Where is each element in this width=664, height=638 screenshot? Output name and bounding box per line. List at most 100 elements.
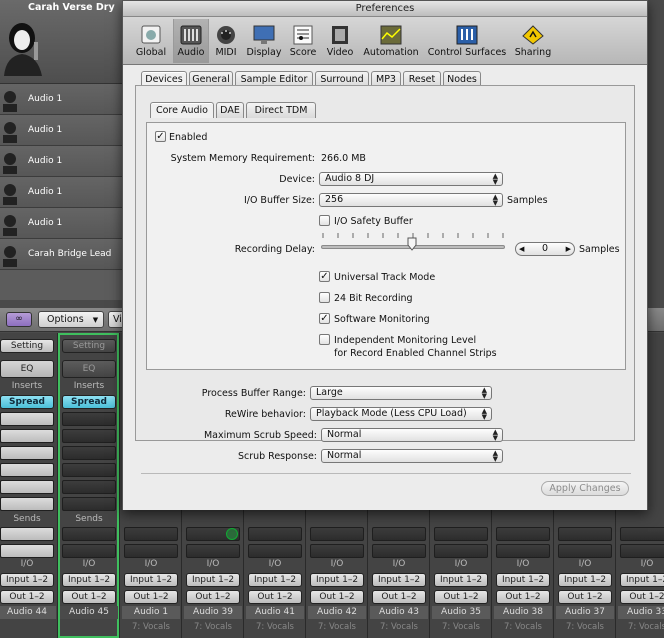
toolbar-display[interactable]: Display [245,19,283,63]
toolbar-midi[interactable]: MIDI [211,19,241,63]
process-buffer-range-popup[interactable]: Large ▲ ▼ [310,386,492,400]
toolbar-sharing[interactable]: Sharing [511,19,555,63]
eq-display[interactable]: EQ [62,360,116,378]
eq-display[interactable]: EQ [0,360,54,378]
scrub-response-popup[interactable]: Normal ▲ ▼ [321,449,503,463]
send-slot[interactable] [124,544,178,558]
track-row[interactable]: Carah Bridge Lead [0,239,124,270]
options-menu-button[interactable]: Options ▼ [38,311,104,328]
apply-changes-button[interactable]: Apply Changes [541,481,629,496]
track-row[interactable]: Audio 1 [0,177,124,208]
toolbar-automation[interactable]: Automation [361,19,421,63]
setting-button[interactable]: Setting [0,339,54,353]
send-slot[interactable] [62,527,116,541]
output-button[interactable]: Out 1–2 [434,590,488,604]
setting-button[interactable]: Setting [62,339,116,353]
send-slot[interactable] [186,544,240,558]
output-button[interactable]: Out 1–2 [310,590,364,604]
toolbar-control-surfaces[interactable]: Control Surfaces [425,19,509,63]
spread-button[interactable]: Spread [62,395,116,409]
insert-slot[interactable] [0,480,54,494]
send-slot[interactable] [434,544,488,558]
24bit-checkbox[interactable] [319,292,330,303]
tab-core-audio[interactable]: Core Audio [150,102,214,118]
insert-slot[interactable] [62,412,116,426]
track-row[interactable]: Audio 1 [0,115,124,146]
insert-slot[interactable] [0,497,54,511]
send-slot[interactable] [496,527,550,541]
output-button[interactable]: Out 1–2 [0,590,54,604]
output-button[interactable]: Out 1–2 [496,590,550,604]
insert-slot[interactable] [62,446,116,460]
insert-slot[interactable] [0,412,54,426]
send-slot[interactable] [620,527,664,541]
output-button[interactable]: Out 1–2 [248,590,302,604]
toolbar-score[interactable]: Score [287,19,319,63]
send-slot[interactable] [558,527,612,541]
output-button[interactable]: Out 1–2 [62,590,116,604]
insert-slot[interactable] [62,480,116,494]
window-title[interactable]: Preferences [123,1,647,17]
output-button[interactable]: Out 1–2 [186,590,240,604]
input-button[interactable]: Input 1–2 [310,573,364,587]
input-button[interactable]: Input 1–2 [0,573,54,587]
send-slot[interactable] [0,527,54,541]
spread-button[interactable]: Spread [0,395,54,409]
toolbar-audio[interactable]: Audio [173,19,209,63]
slider-thumb[interactable] [407,237,417,251]
tab-direct-tdm[interactable]: Direct TDM [246,102,316,118]
send-slot[interactable] [310,527,364,541]
safety-buffer-checkbox[interactable] [319,215,330,226]
input-button[interactable]: Input 1–2 [558,573,612,587]
track-row[interactable]: Audio 1 [0,146,124,177]
send-slot[interactable] [124,527,178,541]
input-button[interactable]: Input 1–2 [372,573,426,587]
universal-track-mode-checkbox[interactable]: ✓ [319,271,330,282]
insert-slot[interactable] [0,463,54,477]
max-scrub-speed-popup[interactable]: Normal ▲ ▼ [321,428,503,442]
send-slot[interactable] [620,544,664,558]
track-row[interactable]: Audio 1 [0,84,124,115]
track-row[interactable]: Audio 1 [0,208,124,239]
input-button[interactable]: Input 1–2 [124,573,178,587]
independent-monitoring-checkbox[interactable] [319,334,330,345]
toolbar-video[interactable]: Video [323,19,357,63]
recording-delay-stepper[interactable]: ◀ 0 ▶ [515,242,575,256]
insert-slot[interactable] [0,446,54,460]
rewire-behavior-popup[interactable]: Playback Mode (Less CPU Load) ▲ ▼ [310,407,492,421]
send-slot[interactable] [248,527,302,541]
tab-dae[interactable]: DAE [216,102,244,118]
send-slot[interactable] [558,544,612,558]
input-button[interactable]: Input 1–2 [248,573,302,587]
buffer-popup[interactable]: 256 ▲ ▼ [319,193,503,207]
input-button[interactable]: Input 1–2 [62,573,116,587]
send-slot[interactable] [248,544,302,558]
send-slot[interactable] [434,527,488,541]
input-button[interactable]: Input 1–2 [496,573,550,587]
input-button[interactable]: Input 1–2 [620,573,664,587]
output-button[interactable]: Out 1–2 [124,590,178,604]
software-monitoring-checkbox[interactable]: ✓ [319,313,330,324]
output-button[interactable]: Out 1–2 [558,590,612,604]
output-button[interactable]: Out 1–2 [620,590,664,604]
link-button[interactable]: ∞ [6,312,32,327]
device-popup[interactable]: Audio 8 DJ ▲ ▼ [319,172,503,186]
insert-slot[interactable] [0,429,54,443]
enabled-checkbox[interactable]: ✓ [155,131,166,142]
send-slot[interactable] [62,544,116,558]
insert-slot[interactable] [62,463,116,477]
send-slot[interactable] [372,527,426,541]
send-slot[interactable] [372,544,426,558]
display-icon [253,25,275,44]
send-slot[interactable] [496,544,550,558]
input-button[interactable]: Input 1–2 [434,573,488,587]
insert-slot[interactable] [62,497,116,511]
send-level-knob[interactable] [226,528,238,540]
input-button[interactable]: Input 1–2 [186,573,240,587]
toolbar-global[interactable]: Global [131,19,171,63]
send-slot[interactable] [0,544,54,558]
send-slot[interactable] [310,544,364,558]
output-button[interactable]: Out 1–2 [372,590,426,604]
group-label: 7: Vocals [255,622,294,632]
insert-slot[interactable] [62,429,116,443]
